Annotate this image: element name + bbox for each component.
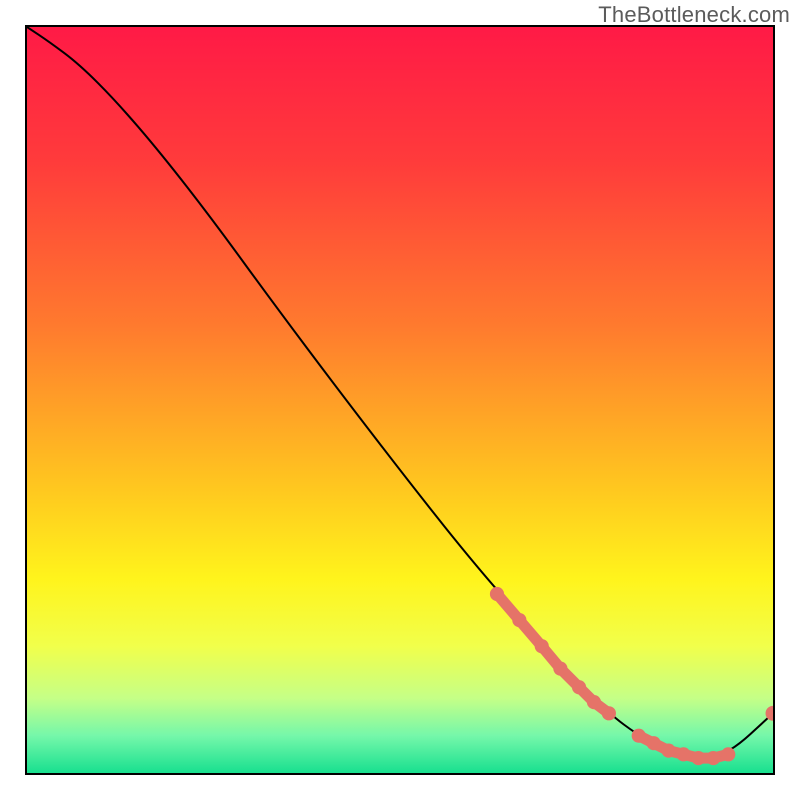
highlight-lower-segment — [490, 587, 616, 721]
highlight-flat-segment — [632, 729, 736, 766]
plot-area — [25, 25, 775, 775]
chart-overlay — [27, 27, 773, 773]
bottleneck-curve — [27, 27, 773, 757]
watermark-text: TheBottleneck.com — [598, 2, 790, 28]
chart-frame: TheBottleneck.com — [0, 0, 800, 800]
